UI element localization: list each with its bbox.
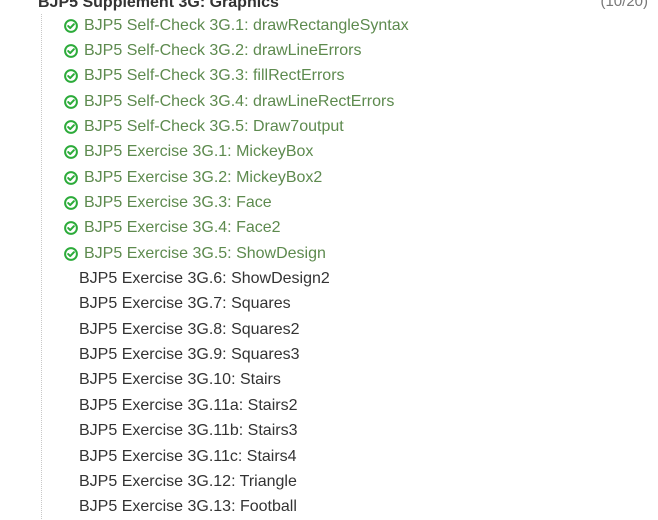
problem-link[interactable]: BJP5 Self-Check 3G.5: Draw7output bbox=[84, 117, 344, 137]
check-circle-icon bbox=[64, 221, 78, 236]
section-title[interactable]: BJP5 Supplement 3G: Graphics bbox=[38, 0, 279, 13]
problem-link[interactable]: BJP5 Exercise 3G.11a: Stairs2 bbox=[79, 396, 297, 416]
problem-link[interactable]: BJP5 Self-Check 3G.1: drawRectangleSynta… bbox=[84, 16, 409, 36]
problem-item: BJP5 Exercise 3G.10: Stairs bbox=[0, 368, 409, 393]
section-progress-count: (10/20) bbox=[600, 0, 648, 10]
problem-link[interactable]: BJP5 Exercise 3G.11c: Stairs4 bbox=[79, 447, 297, 467]
problem-section: BJP5 Supplement 3G: Graphics (10/20) BJP… bbox=[0, 0, 658, 519]
problem-item: BJP5 Exercise 3G.12: Triangle bbox=[0, 469, 409, 494]
problem-item-solved: BJP5 Self-Check 3G.1: drawRectangleSynta… bbox=[0, 13, 409, 38]
problem-link[interactable]: BJP5 Exercise 3G.2: MickeyBox2 bbox=[84, 168, 322, 188]
problem-item: BJP5 Exercise 3G.7: Squares bbox=[0, 292, 409, 317]
problem-item-solved: BJP5 Self-Check 3G.4: drawLineRectErrors bbox=[0, 89, 409, 114]
check-circle-icon bbox=[64, 120, 78, 134]
problem-link[interactable]: BJP5 Exercise 3G.13: Football bbox=[79, 497, 297, 517]
problem-item-solved: BJP5 Exercise 3G.2: MickeyBox2 bbox=[0, 165, 409, 190]
problem-item-solved: BJP5 Self-Check 3G.3: fillRectErrors bbox=[0, 64, 409, 89]
problem-list: BJP5 Self-Check 3G.1: drawRectangleSynta… bbox=[0, 13, 409, 520]
problem-link[interactable]: BJP5 Exercise 3G.5: ShowDesign bbox=[84, 244, 326, 264]
problem-link[interactable]: BJP5 Exercise 3G.12: Triangle bbox=[79, 472, 297, 492]
check-circle-icon bbox=[64, 94, 78, 109]
problem-item: BJP5 Exercise 3G.11c: Stairs4 bbox=[0, 444, 409, 469]
problem-link[interactable]: BJP5 Self-Check 3G.2: drawLineErrors bbox=[84, 41, 361, 61]
problem-link[interactable]: BJP5 Exercise 3G.4: Face2 bbox=[84, 218, 281, 238]
problem-item-solved: BJP5 Exercise 3G.4: Face2 bbox=[0, 216, 409, 241]
problem-item: BJP5 Exercise 3G.11a: Stairs2 bbox=[0, 393, 409, 418]
check-circle-icon bbox=[64, 145, 78, 160]
check-circle-icon bbox=[64, 44, 78, 58]
problem-link[interactable]: BJP5 Exercise 3G.10: Stairs bbox=[79, 370, 281, 390]
problem-item-solved: BJP5 Exercise 3G.3: Face bbox=[0, 190, 409, 215]
problem-link[interactable]: BJP5 Exercise 3G.9: Squares3 bbox=[79, 345, 300, 365]
problem-link[interactable]: BJP5 Self-Check 3G.4: drawLineRectErrors bbox=[84, 92, 394, 112]
problem-item: BJP5 Exercise 3G.6: ShowDesign2 bbox=[0, 266, 409, 291]
check-circle-icon bbox=[64, 196, 78, 210]
check-circle-icon bbox=[64, 69, 78, 84]
problem-item-solved: BJP5 Self-Check 3G.5: Draw7output bbox=[0, 114, 409, 139]
problem-item-solved: BJP5 Self-Check 3G.2: drawLineErrors bbox=[0, 38, 409, 63]
problem-item-solved: BJP5 Exercise 3G.5: ShowDesign bbox=[0, 241, 409, 266]
problem-item: BJP5 Exercise 3G.9: Squares3 bbox=[0, 342, 409, 367]
problem-link[interactable]: BJP5 Exercise 3G.6: ShowDesign2 bbox=[79, 269, 330, 289]
problem-item-solved: BJP5 Exercise 3G.1: MickeyBox bbox=[0, 140, 409, 165]
check-circle-icon bbox=[64, 18, 78, 33]
problem-item: BJP5 Exercise 3G.11b: Stairs3 bbox=[0, 419, 409, 444]
problem-item: BJP5 Exercise 3G.8: Squares2 bbox=[0, 317, 409, 342]
problem-link[interactable]: BJP5 Exercise 3G.11b: Stairs3 bbox=[79, 421, 297, 441]
problem-item: BJP5 Exercise 3G.13: Football bbox=[0, 495, 409, 520]
problem-link[interactable]: BJP5 Exercise 3G.8: Squares2 bbox=[79, 320, 300, 340]
problem-link[interactable]: BJP5 Self-Check 3G.3: fillRectErrors bbox=[84, 66, 345, 86]
problem-link[interactable]: BJP5 Exercise 3G.3: Face bbox=[84, 193, 272, 213]
check-circle-icon bbox=[64, 170, 78, 185]
check-circle-icon bbox=[64, 246, 78, 261]
problem-link[interactable]: BJP5 Exercise 3G.1: MickeyBox bbox=[84, 142, 313, 162]
problem-link[interactable]: BJP5 Exercise 3G.7: Squares bbox=[79, 294, 291, 314]
